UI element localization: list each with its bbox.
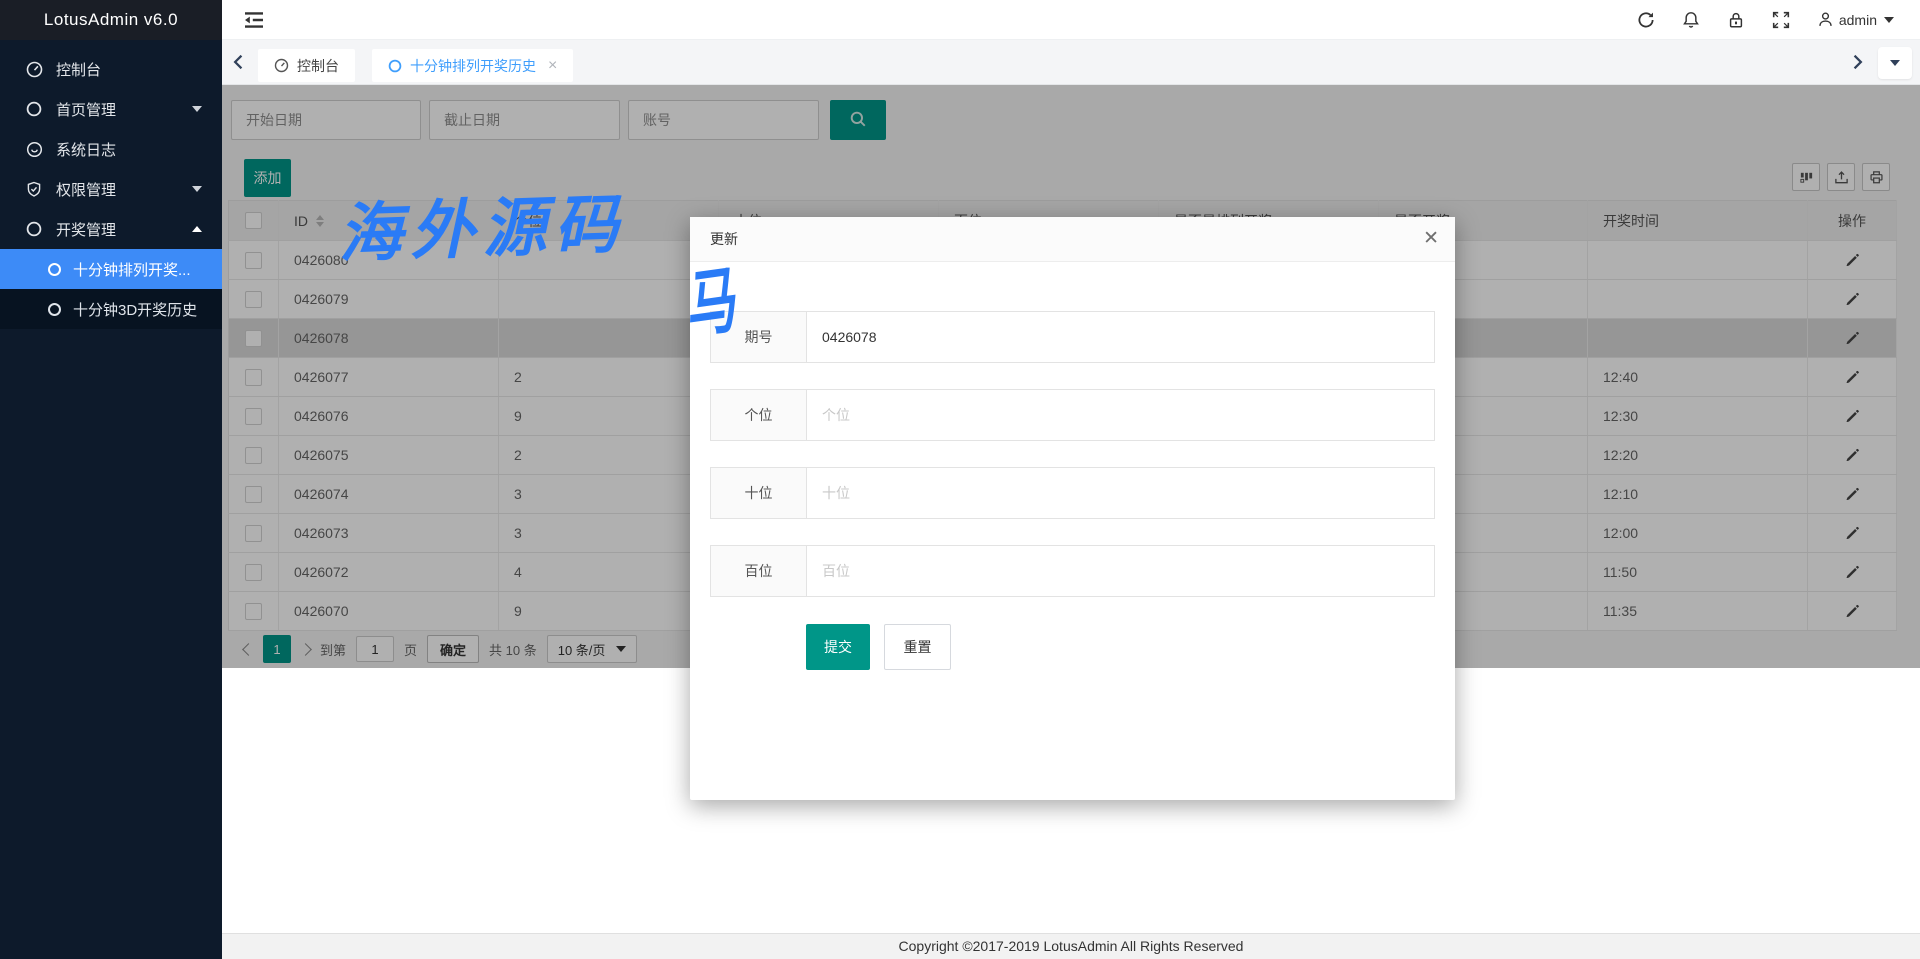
sidebar-subitem-label: 十分钟3D开奖历史 [73,299,197,320]
circle-icon [25,220,43,238]
chevron-down-icon [192,186,202,192]
tab-close-icon[interactable]: × [548,58,557,74]
tab-options-icon[interactable] [1878,47,1912,79]
tab-scroll-left-icon[interactable] [232,54,246,70]
baiwei-label: 百位 [710,545,806,597]
refresh-icon[interactable] [1637,11,1655,29]
chevron-down-icon [192,106,202,112]
sidebar-item-label: 控制台 [56,59,101,80]
topbar: admin [222,0,1920,40]
sidebar-item-console[interactable]: 控制台 [0,49,222,89]
sidebar-subitem-pailie-history[interactable]: 十分钟排列开奖... [0,249,222,289]
dashboard-icon [274,58,289,73]
shiwei-label: 十位 [710,467,806,519]
dashboard-icon [25,60,43,78]
tab-scroll-right-icon[interactable] [1852,54,1866,70]
copyright-text: Copyright ©2017-2019 LotusAdmin All Righ… [899,938,1244,954]
form-row-issue: 期号 [710,311,1435,363]
tab-label: 控制台 [297,56,339,76]
sidebar: LotusAdmin v6.0 控制台 首页管理 系统日志 [0,0,222,959]
form-row-shiwei: 十位 [710,467,1435,519]
sidebar-item-permissions[interactable]: 权限管理 [0,169,222,209]
sidebar-item-label: 系统日志 [56,139,116,160]
tab-console[interactable]: 控制台 [258,49,355,82]
sidebar-item-home-mgmt[interactable]: 首页管理 [0,89,222,129]
log-icon [25,140,43,158]
page: LotusAdmin v6.0 控制台 首页管理 系统日志 [0,0,1920,959]
lock-icon[interactable] [1727,11,1745,29]
fullscreen-icon[interactable] [1772,11,1790,29]
issue-input[interactable] [806,311,1435,363]
user-menu[interactable]: admin [1817,11,1894,29]
sidebar-item-label: 权限管理 [56,179,116,200]
gewei-input[interactable] [806,389,1435,441]
sidebar-subitem-3d-history[interactable]: 十分钟3D开奖历史 [0,289,222,329]
sidebar-menu: 控制台 首页管理 系统日志 权限管理 [0,40,222,329]
update-modal: 更新 ✕ 期号 个位 十位 百位 提交 重置 [690,217,1455,800]
caret-down-icon [1884,17,1894,23]
chevron-up-icon [192,226,202,232]
reset-button[interactable]: 重置 [884,624,951,670]
user-icon [1817,11,1835,29]
modal-title: 更新 [690,217,1455,262]
sidebar-item-label: 开奖管理 [56,219,116,240]
sidebar-collapse-icon[interactable] [242,9,266,31]
form-row-gewei: 个位 [710,389,1435,441]
shield-check-icon [25,180,43,198]
shiwei-input[interactable] [806,467,1435,519]
tab-pailie-history[interactable]: 十分钟排列开奖历史 × [372,49,573,82]
circle-icon [48,303,61,316]
user-label: admin [1839,12,1877,28]
bell-icon[interactable] [1682,11,1700,29]
tab-label: 十分钟排列开奖历史 [410,56,536,76]
sidebar-item-lottery-mgmt[interactable]: 开奖管理 [0,209,222,249]
circle-icon [25,100,43,118]
submit-button[interactable]: 提交 [806,624,870,670]
footer: Copyright ©2017-2019 LotusAdmin All Righ… [222,933,1920,959]
tabbar: 控制台 十分钟排列开奖历史 × [222,40,1920,85]
circle-icon [48,263,61,276]
modal-actions: 提交 重置 [806,624,951,670]
issue-label: 期号 [710,311,806,363]
sidebar-subitem-label: 十分钟排列开奖... [73,259,191,280]
baiwei-input[interactable] [806,545,1435,597]
circle-icon [388,59,402,73]
gewei-label: 个位 [710,389,806,441]
form-row-baiwei: 百位 [710,545,1435,597]
topbar-actions: admin [1637,0,1894,40]
app-logo: LotusAdmin v6.0 [0,0,222,40]
sidebar-item-system-log[interactable]: 系统日志 [0,129,222,169]
close-icon[interactable]: ✕ [1423,229,1439,248]
sidebar-submenu: 十分钟排列开奖... 十分钟3D开奖历史 [0,249,222,329]
sidebar-item-label: 首页管理 [56,99,116,120]
